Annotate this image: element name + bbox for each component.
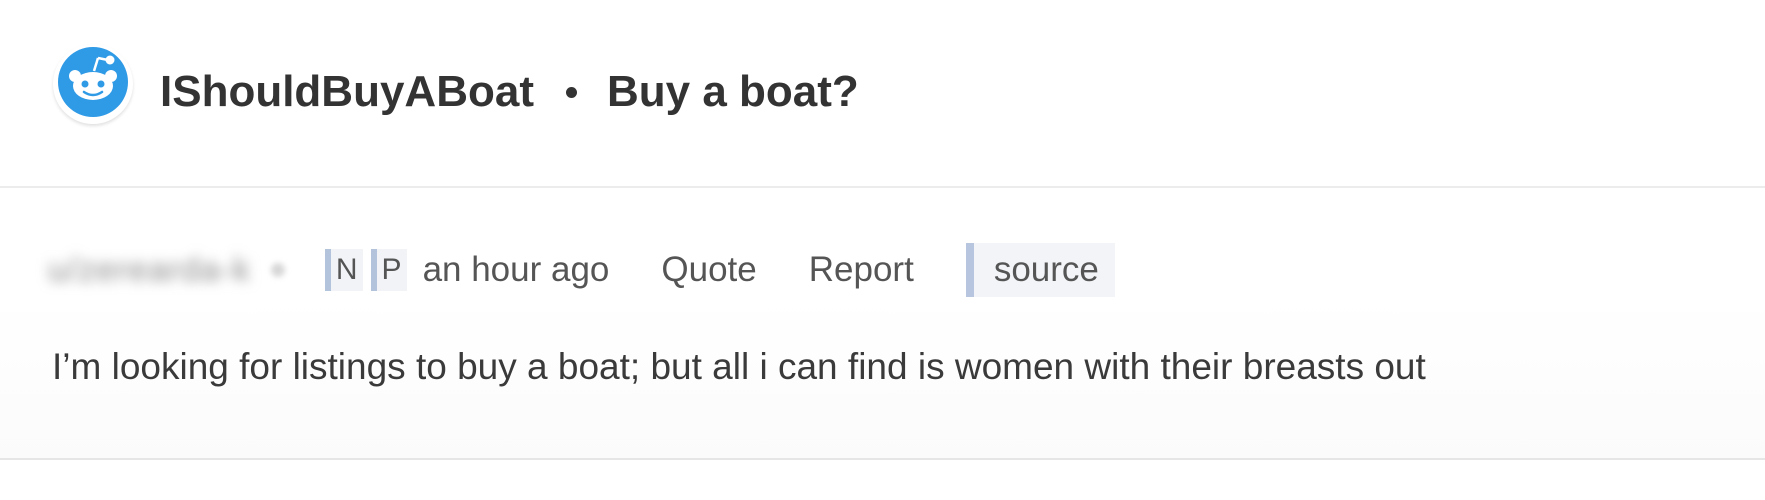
quote-button[interactable]: Quote bbox=[661, 250, 756, 290]
tag-p: P bbox=[370, 249, 407, 291]
comment-timestamp[interactable]: an hour ago bbox=[423, 250, 610, 290]
comment: u/zerearda-k N P an hour ago Quote Repor… bbox=[0, 190, 1765, 460]
subreddit-avatar[interactable] bbox=[53, 44, 133, 124]
separator-dot bbox=[565, 86, 577, 98]
thread-title[interactable]: Buy a boat? bbox=[607, 67, 859, 117]
comment-body: I’m looking for listings to buy a boat; … bbox=[52, 346, 1426, 387]
comment-meta: u/zerearda-k N P an hour ago Quote Repor… bbox=[48, 242, 1115, 298]
subreddit-name[interactable]: IShouldBuyABoat bbox=[160, 67, 534, 117]
comment-author[interactable]: u/zerearda-k bbox=[48, 251, 251, 290]
page: IShouldBuyABoat Buy a boat? u/zerearda-k… bbox=[0, 0, 1765, 500]
thread-title-row: IShouldBuyABoat Buy a boat? bbox=[160, 60, 859, 124]
source-button[interactable]: source bbox=[965, 243, 1115, 297]
thread-header: IShouldBuyABoat Buy a boat? bbox=[0, 0, 1765, 188]
author-flair-dot bbox=[270, 263, 285, 277]
report-button[interactable]: Report bbox=[809, 250, 914, 290]
reddit-snoo-icon bbox=[58, 47, 128, 117]
tag-n: N bbox=[324, 249, 363, 291]
